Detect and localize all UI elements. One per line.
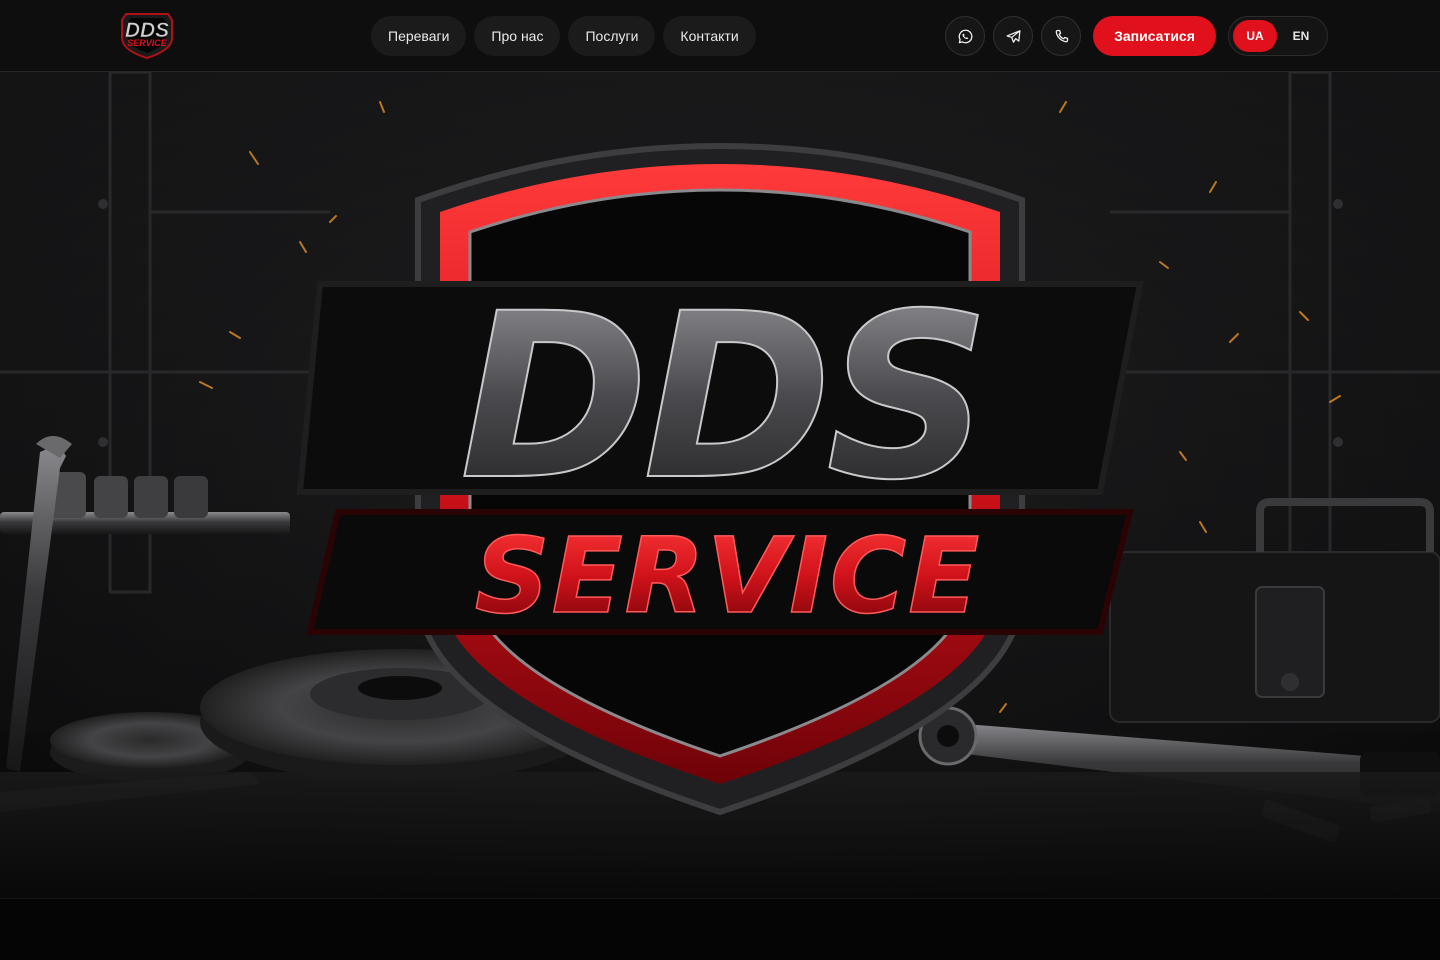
brand-logo-line2: SERVICE — [127, 38, 168, 48]
book-appointment-button[interactable]: Записатися — [1093, 16, 1216, 56]
hero-section: DDS SERVICE — [0, 72, 1440, 898]
nav-link-advantages[interactable]: Переваги — [371, 16, 467, 56]
hero-illustration: DDS SERVICE — [0, 72, 1440, 898]
nav-link-contacts[interactable]: Контакти — [663, 16, 756, 56]
whatsapp-button[interactable] — [945, 16, 985, 56]
phone-button[interactable] — [1041, 16, 1081, 56]
brand-logo-mark: DDS SERVICE — [121, 13, 173, 60]
site-header: DDS SERVICE Переваги Про нас Послуги Кон… — [0, 0, 1440, 72]
brand-logo[interactable]: DDS SERVICE — [112, 8, 182, 60]
hero-bottom-strip — [0, 898, 1440, 960]
phone-icon — [1055, 29, 1068, 42]
main-nav: Переваги Про нас Послуги Контакти — [371, 16, 756, 56]
nav-link-services[interactable]: Послуги — [568, 16, 656, 56]
telegram-icon — [1005, 29, 1021, 43]
language-option-en[interactable]: EN — [1279, 20, 1323, 52]
whatsapp-icon — [958, 29, 972, 43]
page: DDS SERVICE Переваги Про нас Послуги Кон… — [0, 0, 1440, 960]
hero-logo-line2: SERVICE — [475, 515, 982, 637]
language-option-ua[interactable]: UA — [1233, 20, 1277, 52]
hero-logo-line1: DDS — [460, 264, 985, 530]
telegram-button[interactable] — [993, 16, 1033, 56]
language-switcher: UA EN — [1228, 16, 1328, 56]
nav-link-about[interactable]: Про нас — [474, 16, 561, 56]
